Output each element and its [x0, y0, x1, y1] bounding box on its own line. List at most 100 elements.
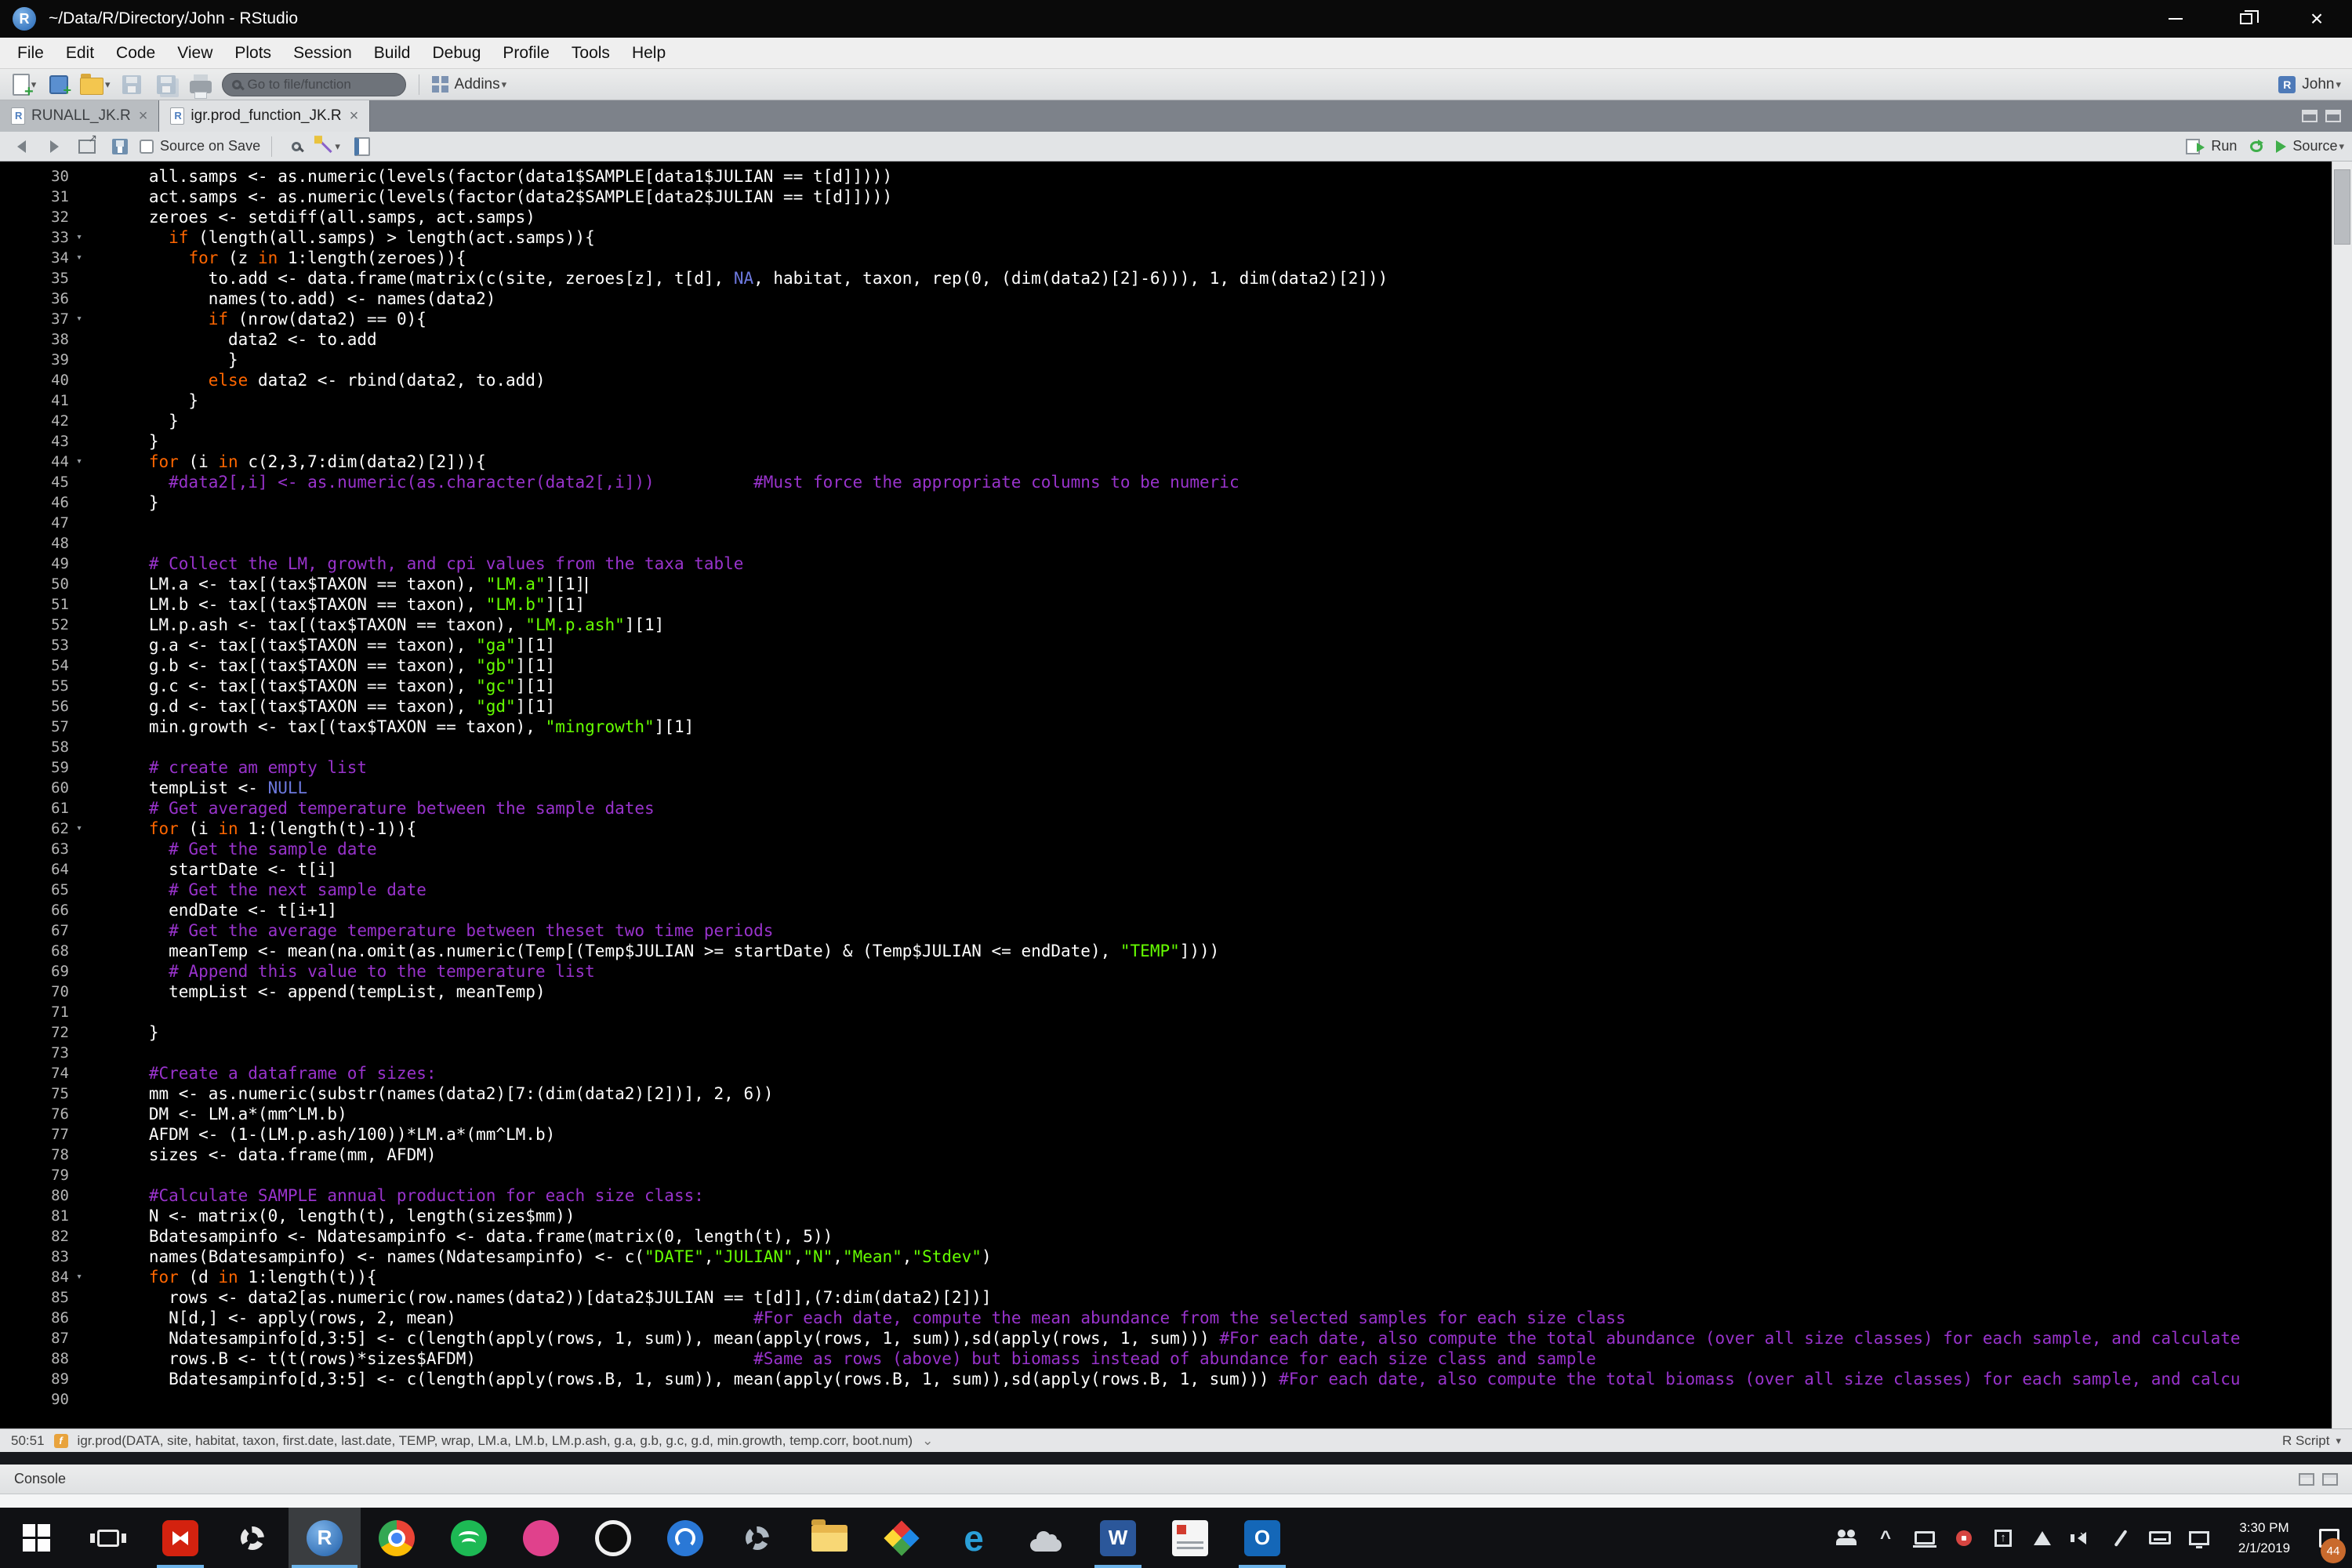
line-number[interactable]: 48 [0, 533, 69, 554]
code-text[interactable]: rows.B <- t(t(rows)*sizes$AFDM) #Same as… [89, 1348, 2352, 1369]
taskbar-photos[interactable] [866, 1508, 938, 1568]
code-line[interactable]: 63 # Get the sample date [0, 839, 2352, 859]
code-line[interactable]: 42 } [0, 411, 2352, 431]
code-text[interactable]: act.samps <- as.numeric(levels(factor(da… [89, 187, 2352, 207]
vertical-scrollbar[interactable] [2332, 162, 2352, 1428]
code-text[interactable]: g.b <- tax[(tax$TAXON == taxon), "gb"][1… [89, 655, 2352, 676]
line-number[interactable]: 54 [0, 655, 69, 676]
new-file-button[interactable]: ▾ [11, 71, 38, 98]
code-text[interactable]: data2 <- to.add [89, 329, 2352, 350]
code-line[interactable]: 33▾ if (length(all.samps) > length(act.s… [0, 227, 2352, 248]
code-text[interactable] [89, 1043, 2352, 1063]
code-line[interactable]: 77 AFDM <- (1-(LM.p.ash/100))*LM.a*(mm^L… [0, 1124, 2352, 1145]
taskbar-pink-app[interactable] [505, 1508, 577, 1568]
code-line[interactable]: 45 #data2[,i] <- as.numeric(as.character… [0, 472, 2352, 492]
pane-splitter[interactable] [0, 1452, 2352, 1465]
code-line[interactable]: 78 sizes <- data.frame(mm, AFDM) [0, 1145, 2352, 1165]
code-text[interactable]: } [89, 431, 2352, 452]
line-number[interactable]: 77 [0, 1124, 69, 1145]
line-number[interactable]: 51 [0, 594, 69, 615]
file-type-label[interactable]: R Script [2282, 1433, 2329, 1449]
line-number[interactable]: 50 [0, 574, 69, 594]
code-line[interactable]: 62▾ for (i in 1:(length(t)-1)){ [0, 818, 2352, 839]
code-line[interactable]: 38 data2 <- to.add [0, 329, 2352, 350]
fold-arrow-icon[interactable]: ▾ [69, 818, 89, 839]
code-text[interactable]: zeroes <- setdiff(all.samps, act.samps) [89, 207, 2352, 227]
code-text[interactable]: LM.b <- tax[(tax$TAXON == taxon), "LM.b"… [89, 594, 2352, 615]
line-number[interactable]: 66 [0, 900, 69, 920]
code-line[interactable]: 72 } [0, 1022, 2352, 1043]
code-line[interactable]: 49 # Collect the LM, growth, and cpi val… [0, 554, 2352, 574]
line-number[interactable]: 88 [0, 1348, 69, 1369]
code-line[interactable]: 89 Bdatesampinfo[d,3:5] <- c(length(appl… [0, 1369, 2352, 1389]
code-line[interactable]: 66 endDate <- t[i+1] [0, 900, 2352, 920]
line-number[interactable]: 74 [0, 1063, 69, 1083]
code-line[interactable]: 69 # Append this value to the temperatur… [0, 961, 2352, 982]
action-center-button[interactable]: 44 [2311, 1508, 2347, 1568]
line-number[interactable]: 75 [0, 1083, 69, 1104]
code-line[interactable]: 43 } [0, 431, 2352, 452]
line-number[interactable]: 45 [0, 472, 69, 492]
code-line[interactable]: 75 mm <- as.numeric(substr(names(data2)[… [0, 1083, 2352, 1104]
laptop-icon[interactable] [1907, 1508, 1943, 1568]
code-text[interactable]: LM.a <- tax[(tax$TAXON == taxon), "LM.a"… [89, 574, 2352, 594]
line-number[interactable]: 86 [0, 1308, 69, 1328]
taskbar-edge[interactable] [938, 1508, 1010, 1568]
pen-icon[interactable] [2103, 1508, 2139, 1568]
code-line[interactable]: 68 meanTemp <- mean(na.omit(as.numeric(T… [0, 941, 2352, 961]
line-number[interactable]: 70 [0, 982, 69, 1002]
line-number[interactable]: 67 [0, 920, 69, 941]
network-icon[interactable] [2024, 1508, 2060, 1568]
code-line[interactable]: 44▾ for (i in c(2,3,7:dim(data2)[2])){ [0, 452, 2352, 472]
run-button[interactable]: Run [2186, 133, 2237, 160]
code-line[interactable]: 59 # create am empty list [0, 757, 2352, 778]
line-number[interactable]: 71 [0, 1002, 69, 1022]
line-number[interactable]: 62 [0, 818, 69, 839]
save-all-button[interactable] [153, 71, 180, 98]
code-text[interactable] [89, 737, 2352, 757]
line-number[interactable]: 40 [0, 370, 69, 390]
code-line[interactable]: 46 } [0, 492, 2352, 513]
code-text[interactable]: } [89, 411, 2352, 431]
code-line[interactable]: 41 } [0, 390, 2352, 411]
taskbar-chrome[interactable] [361, 1508, 433, 1568]
code-line[interactable]: 53 g.a <- tax[(tax$TAXON == taxon), "ga"… [0, 635, 2352, 655]
line-number[interactable]: 46 [0, 492, 69, 513]
line-number[interactable]: 52 [0, 615, 69, 635]
line-number[interactable]: 76 [0, 1104, 69, 1124]
menu-item-file[interactable]: File [6, 38, 55, 68]
line-number[interactable]: 53 [0, 635, 69, 655]
code-text[interactable]: g.d <- tax[(tax$TAXON == taxon), "gd"][1… [89, 696, 2352, 717]
line-number[interactable]: 69 [0, 961, 69, 982]
code-text[interactable]: names(Bdatesampinfo) <- names(Ndatesampi… [89, 1247, 2352, 1267]
line-number[interactable]: 30 [0, 166, 69, 187]
line-number[interactable]: 89 [0, 1369, 69, 1389]
start-button[interactable] [0, 1508, 72, 1568]
code-text[interactable]: # Collect the LM, growth, and cpi values… [89, 554, 2352, 574]
menu-item-profile[interactable]: Profile [492, 38, 561, 68]
line-number[interactable]: 55 [0, 676, 69, 696]
code-text[interactable] [89, 1165, 2352, 1185]
code-line[interactable]: 60 tempList <- NULL [0, 778, 2352, 798]
line-number[interactable]: 90 [0, 1389, 69, 1410]
save-source-button[interactable] [107, 133, 133, 160]
task-view-button[interactable] [72, 1508, 144, 1568]
code-text[interactable]: #Create a dataframe of sizes: [89, 1063, 2352, 1083]
function-context[interactable]: igr.prod(DATA, site, habitat, taxon, fir… [78, 1433, 913, 1449]
code-text[interactable]: Bdatesampinfo[d,3:5] <- c(length(apply(r… [89, 1369, 2352, 1389]
code-line[interactable]: 70 tempList <- append(tempList, meanTemp… [0, 982, 2352, 1002]
monitor-icon[interactable] [2181, 1508, 2217, 1568]
line-number[interactable]: 87 [0, 1328, 69, 1348]
menu-item-view[interactable]: View [166, 38, 223, 68]
code-text[interactable]: sizes <- data.frame(mm, AFDM) [89, 1145, 2352, 1165]
line-number[interactable]: 73 [0, 1043, 69, 1063]
security-badge-icon[interactable] [1946, 1508, 1982, 1568]
line-number[interactable]: 44 [0, 452, 69, 472]
code-line[interactable]: 30 all.samps <- as.numeric(levels(factor… [0, 166, 2352, 187]
taskbar-spotify[interactable] [433, 1508, 505, 1568]
forward-button[interactable] [41, 133, 67, 160]
code-text[interactable]: LM.p.ash <- tax[(tax$TAXON == taxon), "L… [89, 615, 2352, 635]
code-line[interactable]: 48 [0, 533, 2352, 554]
code-text[interactable]: g.c <- tax[(tax$TAXON == taxon), "gc"][1… [89, 676, 2352, 696]
compile-report-button[interactable] [349, 133, 376, 160]
